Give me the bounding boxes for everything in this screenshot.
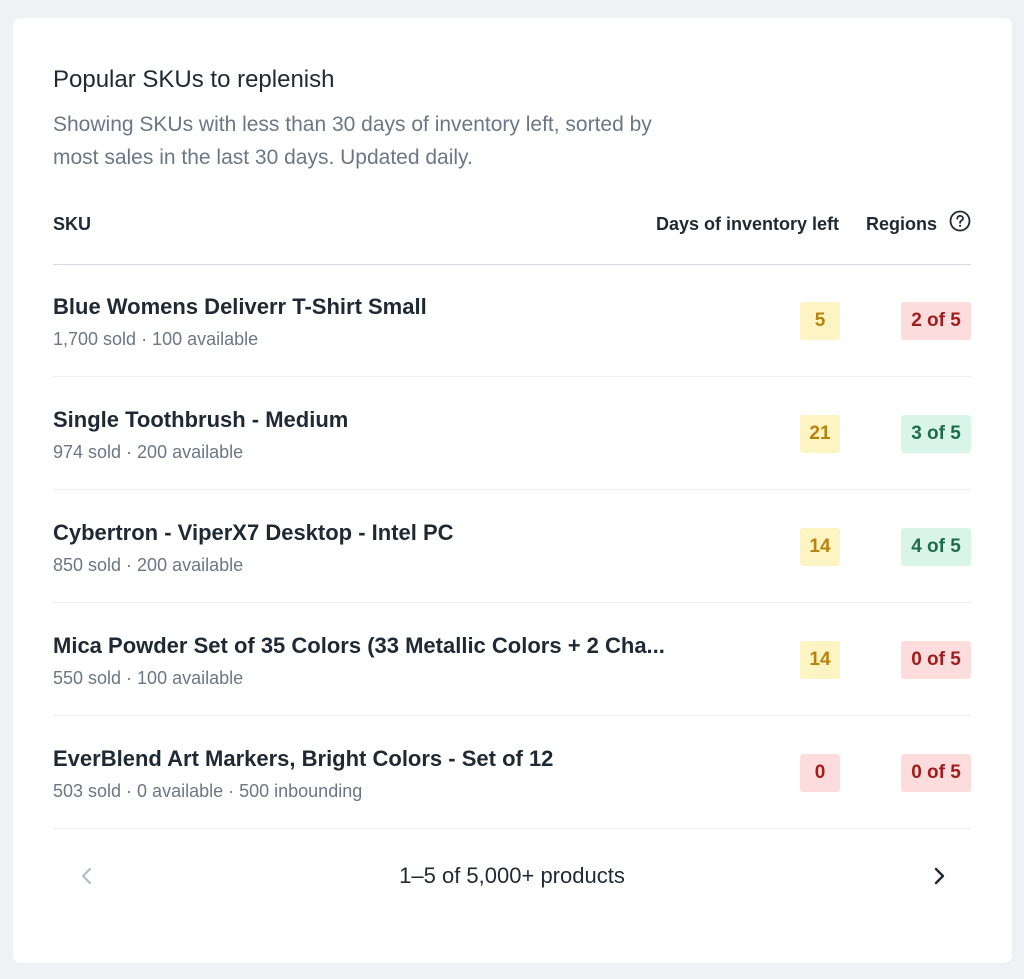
sku-meta: 550 sold · 100 available xyxy=(53,668,244,688)
pagination: 1–5 of 5,000+ products xyxy=(53,828,971,928)
sku-name: Cybertron - ViperX7 Desktop - Intel PC xyxy=(53,520,454,545)
sku-meta: 850 sold · 200 available xyxy=(53,555,244,575)
table-row[interactable]: Mica Powder Set of 35 Colors (33 Metalli… xyxy=(53,603,971,716)
days-left-badge: 0 xyxy=(800,754,840,792)
sku-name: Mica Powder Set of 35 Colors (33 Metalli… xyxy=(53,633,665,658)
regions-badge: 3 of 5 xyxy=(901,415,971,453)
sku-meta: 1,700 sold · 100 available xyxy=(53,329,259,349)
sku-name: Blue Womens Deliverr T-Shirt Small xyxy=(53,294,427,319)
table-row[interactable]: Blue Womens Deliverr T-Shirt Small 1,700… xyxy=(53,264,971,377)
sku-meta: 974 sold · 200 available xyxy=(53,442,244,462)
sku-name: EverBlend Art Markers, Bright Colors - S… xyxy=(53,746,554,771)
days-left-badge: 5 xyxy=(800,302,840,340)
table-header: SKU Days of inventory left Regions xyxy=(53,210,971,265)
card-subtitle: Showing SKUs with less than 30 days of i… xyxy=(53,113,652,169)
column-header-days-left: Days of inventory left xyxy=(655,214,839,234)
table-row[interactable]: Cybertron - ViperX7 Desktop - Intel PC 8… xyxy=(53,490,971,603)
sku-meta: 503 sold · 0 available · 500 inbounding xyxy=(53,781,363,801)
sku-list: Blue Womens Deliverr T-Shirt Small 1,700… xyxy=(53,264,971,829)
regions-badge: 0 of 5 xyxy=(901,754,971,792)
column-header-regions: Regions xyxy=(865,214,937,234)
regions-badge: 2 of 5 xyxy=(901,302,971,340)
table-row[interactable]: Single Toothbrush - Medium 974 sold · 20… xyxy=(53,377,971,490)
regions-badge: 4 of 5 xyxy=(901,528,971,566)
days-left-badge: 14 xyxy=(800,641,840,679)
chevron-right-icon xyxy=(934,867,945,885)
days-left-badge: 21 xyxy=(800,415,840,453)
card-title: Popular SKUs to replenish xyxy=(53,66,335,93)
regions-badge: 0 of 5 xyxy=(901,641,971,679)
table-row[interactable]: EverBlend Art Markers, Bright Colors - S… xyxy=(53,716,971,829)
sku-name: Single Toothbrush - Medium xyxy=(53,407,349,432)
question-circle-icon[interactable] xyxy=(949,210,971,232)
replenish-card: Popular SKUs to replenish Showing SKUs w… xyxy=(13,18,1012,963)
column-header-sku: SKU xyxy=(53,214,92,234)
days-left-badge: 14 xyxy=(800,528,840,566)
next-page-button[interactable] xyxy=(927,864,951,888)
pagination-label: 1–5 of 5,000+ products xyxy=(399,863,625,888)
